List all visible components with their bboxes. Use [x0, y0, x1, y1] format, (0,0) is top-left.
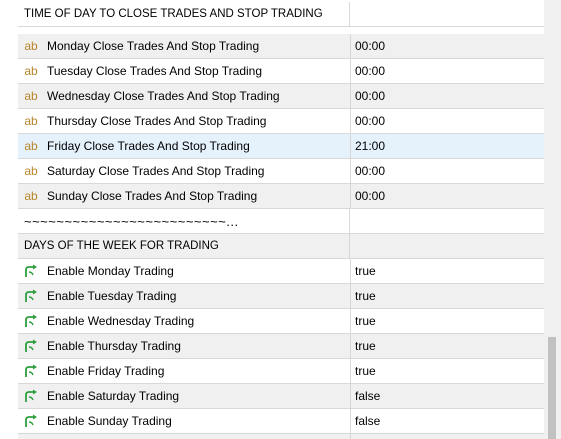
bool-type-icon [23, 414, 39, 428]
string-type-icon: ab [24, 39, 38, 53]
input-value[interactable]: 21:00 [351, 134, 544, 158]
inputs-grid: TIME OF DAY TO CLOSE TRADES AND STOP TRA… [18, 0, 544, 439]
input-label: Monday Close Trades And Stop Trading [47, 39, 260, 53]
separator-row: ~~~~~~~~~~~~~~~~~~~~~~~~~... [18, 209, 544, 234]
string-type-icon: ab [24, 139, 38, 153]
input-row-enable-tuesday[interactable]: Enable Tuesday Trading true [18, 284, 544, 309]
bool-type-icon [23, 264, 39, 278]
string-type-icon: ab [24, 189, 38, 203]
input-label: Thursday Close Trades And Stop Trading [47, 114, 267, 128]
input-label: Friday Close Trades And Stop Trading [47, 139, 250, 153]
input-row-enable-friday[interactable]: Enable Friday Trading true [18, 359, 544, 384]
section-header-label: DAYS OF THE WEEK FOR TRADING [24, 240, 219, 252]
input-row-tuesday-close[interactable]: ab Tuesday Close Trades And Stop Trading … [18, 59, 544, 84]
bool-type-icon [23, 289, 39, 303]
scrollbar-thumb[interactable] [548, 337, 556, 439]
input-row-enable-thursday[interactable]: Enable Thursday Trading true [18, 334, 544, 359]
input-value[interactable]: 00:00 [351, 109, 544, 133]
input-label: Enable Sunday Trading [47, 414, 172, 428]
input-row-monday-close[interactable]: ab Monday Close Trades And Stop Trading 0… [18, 34, 544, 59]
string-type-icon: ab [24, 164, 38, 178]
input-value[interactable]: true [351, 259, 544, 283]
input-row-enable-wednesday[interactable]: Enable Wednesday Trading true [18, 309, 544, 334]
input-label: Tuesday Close Trades And Stop Trading [47, 64, 263, 78]
input-label: Enable Wednesday Trading [47, 314, 195, 328]
section-header-label: TIME OF DAY TO CLOSE TRADES AND STOP TRA… [24, 8, 323, 20]
input-row-partial [18, 434, 544, 439]
input-label: Enable Friday Trading [47, 364, 165, 378]
input-value[interactable]: true [351, 359, 544, 383]
input-value[interactable]: true [351, 284, 544, 308]
bool-type-icon [23, 389, 39, 403]
bool-type-icon [23, 339, 39, 353]
input-row-wednesday-close[interactable]: ab Wednesday Close Trades And Stop Tradin… [18, 84, 544, 109]
input-value[interactable]: 00:00 [351, 184, 544, 208]
input-value[interactable]: 00:00 [351, 84, 544, 108]
input-row-friday-close[interactable]: ab Friday Close Trades And Stop Trading 2… [18, 134, 544, 159]
string-type-icon: ab [24, 64, 38, 78]
input-label: Wednesday Close Trades And Stop Trading [47, 89, 280, 103]
input-row-enable-monday[interactable]: Enable Monday Trading true [18, 259, 544, 284]
vertical-scrollbar[interactable] [544, 0, 561, 439]
input-value[interactable]: true [351, 334, 544, 358]
bool-type-icon [23, 364, 39, 378]
input-row-thursday-close[interactable]: ab Thursday Close Trades And Stop Trading… [18, 109, 544, 134]
input-label: Enable Saturday Trading [47, 389, 180, 403]
section-header-time: TIME OF DAY TO CLOSE TRADES AND STOP TRA… [18, 0, 544, 27]
input-label: Enable Tuesday Trading [47, 289, 177, 303]
input-row-saturday-close[interactable]: ab Saturday Close Trades And Stop Trading… [18, 159, 544, 184]
separator-text: ~~~~~~~~~~~~~~~~~~~~~~~~~... [24, 213, 239, 229]
section-header-days: DAYS OF THE WEEK FOR TRADING [18, 234, 544, 259]
input-value[interactable]: 00:00 [351, 59, 544, 83]
bool-type-icon [23, 314, 39, 328]
input-label: Enable Monday Trading [47, 264, 174, 278]
input-value[interactable]: false [351, 409, 544, 433]
string-type-icon: ab [24, 89, 38, 103]
input-row-sunday-close[interactable]: ab Sunday Close Trades And Stop Trading 0… [18, 184, 544, 209]
input-value[interactable]: 00:00 [351, 159, 544, 183]
input-row-enable-saturday[interactable]: Enable Saturday Trading false [18, 384, 544, 409]
input-value[interactable]: 00:00 [351, 34, 544, 58]
string-type-icon: ab [24, 114, 38, 128]
input-label: Saturday Close Trades And Stop Trading [47, 164, 265, 178]
input-label: Sunday Close Trades And Stop Trading [47, 189, 258, 203]
input-label: Enable Thursday Trading [47, 339, 181, 353]
input-value[interactable]: false [351, 384, 544, 408]
input-row-enable-sunday[interactable]: Enable Sunday Trading false [18, 409, 544, 434]
input-value[interactable]: true [351, 309, 544, 333]
